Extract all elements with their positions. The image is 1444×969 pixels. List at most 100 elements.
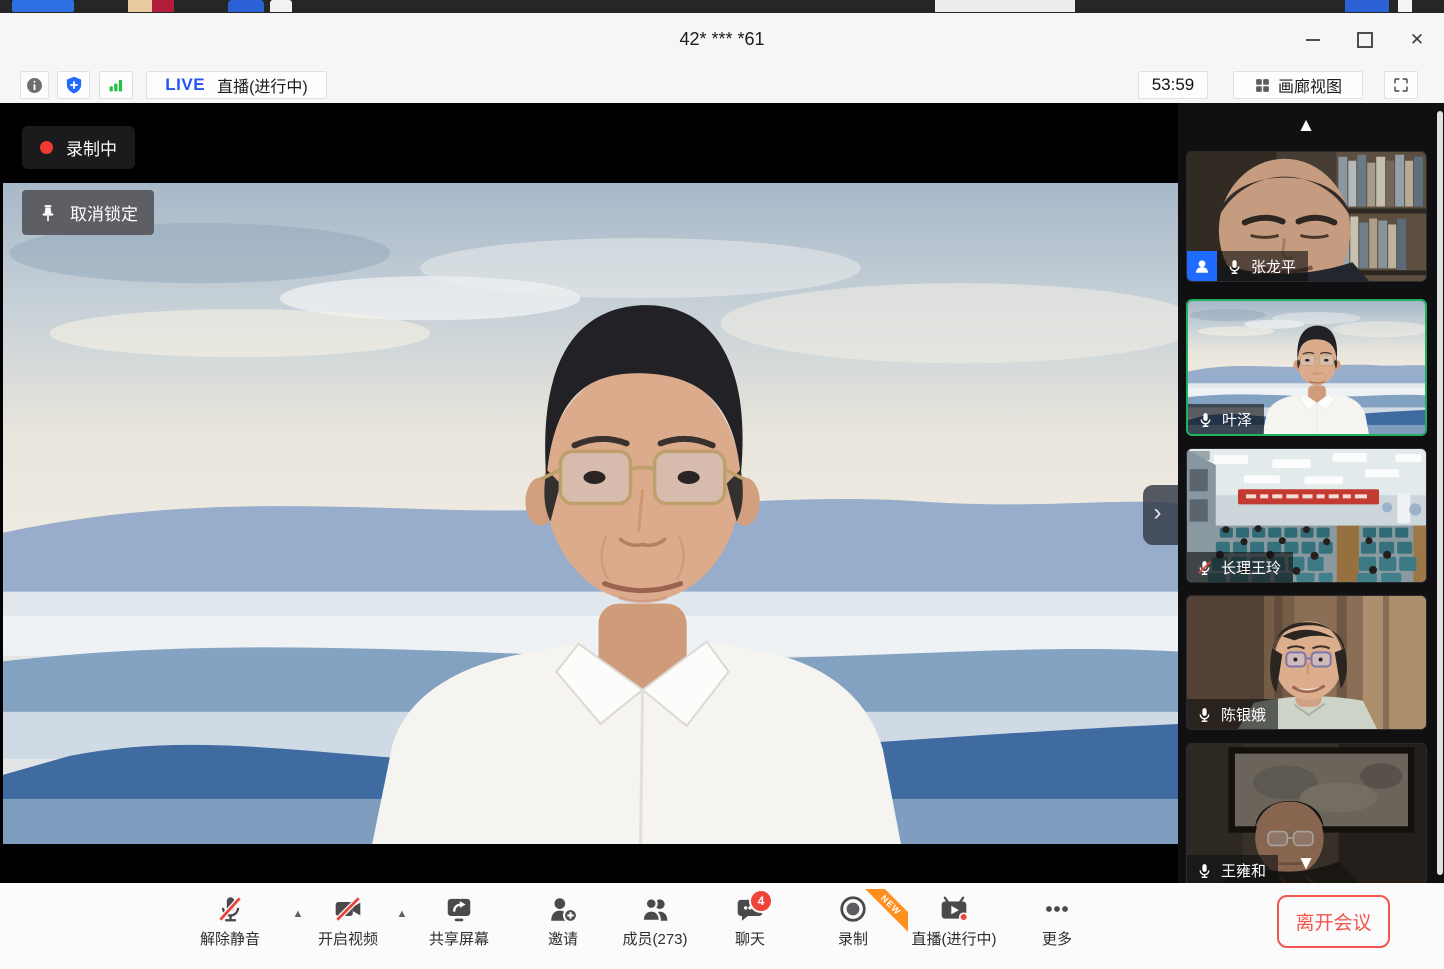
status-bar: LIVE 直播(进行中) 53:59 画廊视图 [0, 66, 1444, 103]
meeting-window: 42* *** *61 ✕ LIVE 直播(进行中) 53:59 [0, 13, 1444, 969]
pin-icon [38, 203, 58, 223]
chat-label: 聊天 [735, 928, 765, 949]
control-bar: 解除静音 ▲ 开启视频 ▲ 共享屏幕 邀请 [0, 883, 1444, 969]
unpin-button[interactable]: 取消锁定 [22, 190, 154, 235]
chevron-right-icon: › [1154, 499, 1162, 527]
participant-tile-chenyine[interactable]: 陈银娥 [1186, 595, 1427, 730]
more-label: 更多 [1042, 928, 1072, 949]
members-label: 成员(273) [622, 928, 687, 949]
participant-chip-row: 陈银娥 [1187, 699, 1278, 729]
participant-chip-row: 叶泽 [1188, 404, 1264, 434]
grid-icon [1254, 77, 1271, 94]
scroll-up-button[interactable]: ▲ [1282, 113, 1330, 139]
participant-tile-zhanglongping[interactable]: 张龙平 [1186, 151, 1427, 282]
invite-person-icon [548, 893, 578, 925]
gallery-view-button[interactable]: 画廊视图 [1233, 71, 1363, 99]
mic-on-icon [1226, 258, 1243, 275]
participant-name-chip: 王雍和 [1187, 855, 1278, 883]
fullscreen-icon [1392, 76, 1410, 94]
screen: 42* *** *61 ✕ LIVE 直播(进行中) 53:59 [0, 0, 1444, 969]
background-window-fragment [152, 0, 174, 12]
video-options-caret[interactable]: ▲ [391, 905, 413, 923]
members-button[interactable]: 成员(273) [610, 893, 700, 961]
minimize-button[interactable] [1298, 27, 1328, 53]
title-bar: 42* *** *61 ✕ [0, 13, 1444, 66]
mic-on-icon [1196, 706, 1213, 723]
fullscreen-button[interactable] [1384, 71, 1418, 99]
shield-icon [64, 75, 84, 95]
chat-button[interactable]: 4 聊天 [705, 893, 795, 961]
share-screen-label: 共享屏幕 [429, 928, 489, 949]
live-status-button[interactable]: LIVE 直播(进行中) [146, 71, 327, 99]
record-button[interactable]: NEW 录制 [808, 893, 898, 961]
share-screen-icon [444, 893, 474, 925]
start-video-label: 开启视频 [318, 928, 378, 949]
window-controls: ✕ [1298, 27, 1432, 53]
participant-name: 叶泽 [1222, 409, 1252, 430]
leave-meeting-button[interactable]: 离开会议 [1277, 895, 1390, 948]
background-window-fragment [1398, 0, 1412, 12]
mic-on-icon [1196, 862, 1213, 879]
security-button[interactable] [57, 71, 90, 99]
participants-panel: ▲ 张龙平 [1178, 103, 1444, 883]
invite-button[interactable]: 邀请 [518, 893, 608, 961]
background-window-fragment [228, 0, 264, 12]
close-button[interactable]: ✕ [1402, 27, 1432, 53]
mic-muted-icon [1196, 559, 1213, 576]
more-dots-icon [1042, 893, 1072, 925]
sidebar-scrollbar[interactable] [1437, 111, 1443, 875]
unmute-label: 解除静音 [200, 928, 260, 949]
chat-unread-badge: 4 [749, 889, 773, 913]
live-stream-button[interactable]: 直播(进行中) [899, 893, 1009, 961]
background-window-fragment [1345, 0, 1389, 12]
meeting-content: 录制中 取消锁定 › ▲ 张 [0, 103, 1444, 883]
participant-name-chip: 张龙平 [1217, 251, 1308, 281]
participant-tile-yeze[interactable]: 叶泽 [1186, 299, 1427, 436]
meeting-timer: 53:59 [1138, 71, 1208, 99]
pinned-video-feed [3, 183, 1178, 844]
meeting-info-button[interactable] [20, 71, 49, 99]
maximize-icon [1357, 32, 1373, 48]
more-button[interactable]: 更多 [1012, 893, 1102, 961]
participant-name-chip: 叶泽 [1188, 404, 1264, 434]
record-label: 录制 [838, 928, 868, 949]
participant-name-chip: 陈银娥 [1187, 699, 1278, 729]
unmute-button[interactable]: 解除静音 [185, 893, 275, 961]
live-status-label: 直播(进行中) [217, 73, 308, 97]
background-window-strip [0, 0, 1444, 13]
host-badge [1187, 251, 1217, 281]
background-window-fragment [270, 0, 292, 12]
participant-name: 陈银娥 [1221, 704, 1266, 725]
signal-bars-icon [106, 75, 126, 95]
camera-off-icon [333, 893, 363, 925]
collapse-sidebar-button[interactable]: › [1143, 485, 1178, 545]
share-screen-button[interactable]: 共享屏幕 [414, 893, 504, 961]
recording-indicator: 录制中 [22, 126, 135, 169]
network-signal-button[interactable] [99, 71, 133, 99]
mic-muted-red-icon [215, 893, 245, 925]
background-window-fragment [128, 0, 152, 12]
info-icon [25, 76, 44, 95]
live-tv-icon [939, 893, 969, 925]
participant-tile-changliwangling[interactable]: 长理王玲 [1186, 448, 1427, 583]
participant-name: 张龙平 [1251, 256, 1296, 277]
main-video-stage: 录制中 取消锁定 › [0, 103, 1178, 883]
background-window-fragment [12, 0, 74, 12]
invite-label: 邀请 [548, 928, 578, 949]
scroll-down-button[interactable]: ▼ [1282, 851, 1330, 877]
maximize-button[interactable] [1350, 27, 1380, 53]
participant-name: 长理王玲 [1221, 557, 1281, 578]
recording-dot-icon [40, 141, 53, 154]
minimize-icon [1306, 39, 1320, 41]
members-icon [640, 893, 670, 925]
participant-name-chip: 长理王玲 [1187, 552, 1293, 582]
unpin-label: 取消锁定 [70, 200, 138, 225]
meeting-title: 42* *** *61 [0, 13, 1444, 66]
person-icon [1193, 257, 1211, 275]
mic-on-icon [1197, 411, 1214, 428]
pinned-video [3, 183, 1178, 844]
start-video-button[interactable]: 开启视频 [303, 893, 393, 961]
participant-chip-row: 张龙平 [1187, 251, 1308, 281]
gallery-view-label: 画廊视图 [1278, 73, 1342, 97]
background-window-fragment [935, 0, 1075, 12]
